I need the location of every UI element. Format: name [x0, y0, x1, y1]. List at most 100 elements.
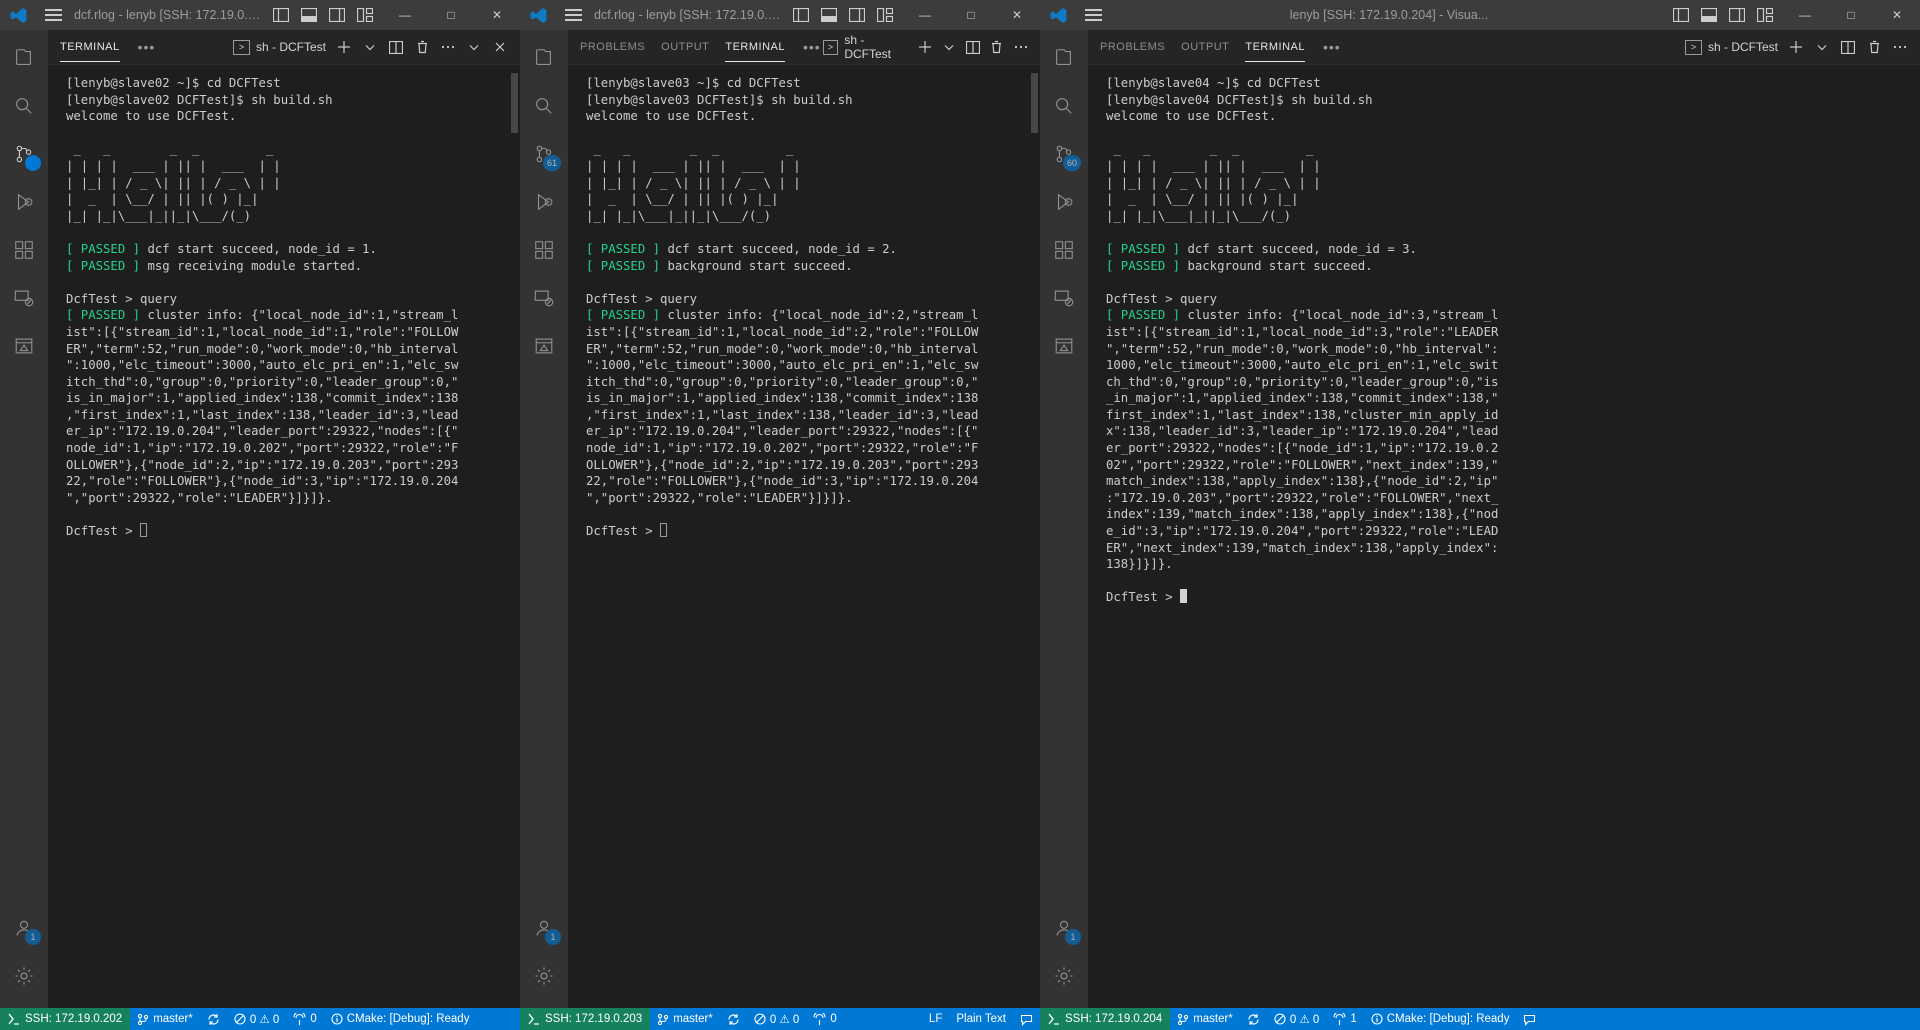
- activity-settings-gear-icon[interactable]: [1040, 952, 1088, 1000]
- activity-accounts-icon[interactable]: 1: [0, 904, 48, 952]
- tab-terminal[interactable]: TERMINAL: [1245, 32, 1305, 62]
- activity-remote-explorer-icon[interactable]: [520, 274, 568, 322]
- split-terminal-button[interactable]: [384, 35, 408, 59]
- status-branch[interactable]: master*: [1170, 1008, 1240, 1030]
- status-ports[interactable]: 0: [286, 1008, 323, 1030]
- tab-terminal[interactable]: TERMINAL: [60, 32, 120, 62]
- toggle-panel-icon[interactable]: [296, 3, 322, 27]
- new-terminal-button[interactable]: [914, 35, 936, 59]
- status-branch[interactable]: master*: [650, 1008, 720, 1030]
- terminal-selector[interactable]: > sh - DCFTest: [232, 39, 330, 55]
- activity-source-control-icon[interactable]: 61: [520, 130, 568, 178]
- status-feedback-icon[interactable]: [1013, 1008, 1040, 1030]
- toggle-secondary-sidebar-icon[interactable]: [324, 3, 350, 27]
- new-terminal-button[interactable]: [1784, 35, 1808, 59]
- activity-search-icon[interactable]: [1040, 82, 1088, 130]
- status-problems[interactable]: 0 ⚠ 0: [227, 1008, 287, 1030]
- activity-source-control-icon[interactable]: 60: [1040, 130, 1088, 178]
- activity-explorer-icon[interactable]: [520, 34, 568, 82]
- status-sync[interactable]: [200, 1008, 227, 1030]
- menu-hamburger-icon[interactable]: [1076, 6, 1110, 25]
- new-terminal-button[interactable]: [332, 35, 356, 59]
- minimize-button[interactable]: —: [1782, 0, 1828, 30]
- panel-overflow-icon[interactable]: •••: [1321, 39, 1343, 55]
- terminal-selector[interactable]: > sh - DCFTest: [1684, 39, 1782, 55]
- status-problems[interactable]: 0 ⚠ 0: [747, 1008, 807, 1030]
- status-cmake[interactable]: CMake: [Debug]: Ready: [324, 1008, 477, 1030]
- activity-testing-icon[interactable]: [520, 322, 568, 370]
- activity-extensions-icon[interactable]: [0, 226, 48, 274]
- tab-problems[interactable]: PROBLEMS: [580, 32, 645, 62]
- status-cmake[interactable]: CMake: [Debug]: Ready: [1364, 1008, 1517, 1030]
- activity-settings-gear-icon[interactable]: [0, 952, 48, 1000]
- activity-extensions-icon[interactable]: [520, 226, 568, 274]
- status-feedback-icon[interactable]: [1516, 1008, 1543, 1030]
- status-language[interactable]: Plain Text: [949, 1008, 1013, 1030]
- terminal-dropdown-chevron-icon[interactable]: [1810, 35, 1834, 59]
- minimize-button[interactable]: —: [902, 0, 948, 30]
- panel-more-actions-icon[interactable]: [1888, 35, 1912, 59]
- status-ports[interactable]: 1: [1326, 1008, 1363, 1030]
- customize-layout-icon[interactable]: [872, 3, 898, 27]
- terminal-slave04[interactable]: [lenyb@slave04 ~]$ cd DCFTest [lenyb@slav…: [1088, 65, 1920, 1008]
- split-terminal-button[interactable]: [962, 35, 984, 59]
- activity-search-icon[interactable]: [520, 82, 568, 130]
- close-button[interactable]: ✕: [1874, 0, 1920, 30]
- maximize-button[interactable]: □: [428, 0, 474, 30]
- minimize-button[interactable]: —: [382, 0, 428, 30]
- status-sync[interactable]: [1240, 1008, 1267, 1030]
- activity-run-debug-icon[interactable]: [0, 178, 48, 226]
- status-ports[interactable]: 0: [806, 1008, 843, 1030]
- tab-output[interactable]: OUTPUT: [661, 32, 709, 62]
- activity-explorer-icon[interactable]: [0, 34, 48, 82]
- activity-search-icon[interactable]: [0, 82, 48, 130]
- remote-indicator[interactable]: SSH: 172.19.0.203: [520, 1008, 651, 1030]
- customize-layout-icon[interactable]: [352, 3, 378, 27]
- toggle-primary-sidebar-icon[interactable]: [268, 3, 294, 27]
- panel-overflow-icon[interactable]: •••: [136, 39, 158, 55]
- toggle-primary-sidebar-icon[interactable]: [788, 3, 814, 27]
- toggle-panel-icon[interactable]: [1696, 3, 1722, 27]
- maximize-button[interactable]: □: [1828, 0, 1874, 30]
- close-panel-icon[interactable]: [488, 35, 512, 59]
- activity-run-debug-icon[interactable]: [1040, 178, 1088, 226]
- toggle-secondary-sidebar-icon[interactable]: [1724, 3, 1750, 27]
- activity-run-debug-icon[interactable]: [520, 178, 568, 226]
- close-button[interactable]: ✕: [474, 0, 520, 30]
- maximize-panel-chevron-icon[interactable]: [462, 35, 486, 59]
- menu-hamburger-icon[interactable]: [556, 6, 590, 25]
- activity-source-control-icon[interactable]: [0, 130, 48, 178]
- activity-accounts-icon[interactable]: 1: [1040, 904, 1088, 952]
- terminal-scrollbar[interactable]: [511, 73, 518, 133]
- close-button[interactable]: ✕: [994, 0, 1040, 30]
- status-sync[interactable]: [720, 1008, 747, 1030]
- customize-layout-icon[interactable]: [1752, 3, 1778, 27]
- maximize-button[interactable]: □: [948, 0, 994, 30]
- terminal-dropdown-chevron-icon[interactable]: [938, 35, 960, 59]
- terminal-selector[interactable]: > sh - DCFTest: [822, 33, 912, 61]
- activity-remote-explorer-icon[interactable]: [1040, 274, 1088, 322]
- panel-more-actions-icon[interactable]: [436, 35, 460, 59]
- status-eol[interactable]: LF: [922, 1008, 949, 1030]
- toggle-secondary-sidebar-icon[interactable]: [844, 3, 870, 27]
- activity-accounts-icon[interactable]: 1: [520, 904, 568, 952]
- terminal-slave02[interactable]: [lenyb@slave02 ~]$ cd DCFTest [lenyb@slav…: [48, 65, 520, 1008]
- remote-indicator[interactable]: SSH: 172.19.0.202: [0, 1008, 131, 1030]
- terminal-slave03[interactable]: [lenyb@slave03 ~]$ cd DCFTest [lenyb@slav…: [568, 65, 1040, 1008]
- split-terminal-button[interactable]: [1836, 35, 1860, 59]
- toggle-primary-sidebar-icon[interactable]: [1668, 3, 1694, 27]
- activity-extensions-icon[interactable]: [1040, 226, 1088, 274]
- toggle-panel-icon[interactable]: [816, 3, 842, 27]
- panel-overflow-icon[interactable]: •••: [801, 39, 823, 55]
- activity-testing-icon[interactable]: [1040, 322, 1088, 370]
- activity-settings-gear-icon[interactable]: [520, 952, 568, 1000]
- tab-terminal[interactable]: TERMINAL: [725, 32, 785, 62]
- terminal-dropdown-chevron-icon[interactable]: [358, 35, 382, 59]
- activity-remote-explorer-icon[interactable]: [0, 274, 48, 322]
- activity-testing-icon[interactable]: [0, 322, 48, 370]
- kill-terminal-button[interactable]: [986, 35, 1008, 59]
- status-branch[interactable]: master*: [130, 1008, 200, 1030]
- panel-more-actions-icon[interactable]: [1010, 35, 1032, 59]
- tab-problems[interactable]: PROBLEMS: [1100, 32, 1165, 62]
- remote-indicator[interactable]: SSH: 172.19.0.204: [1040, 1008, 1171, 1030]
